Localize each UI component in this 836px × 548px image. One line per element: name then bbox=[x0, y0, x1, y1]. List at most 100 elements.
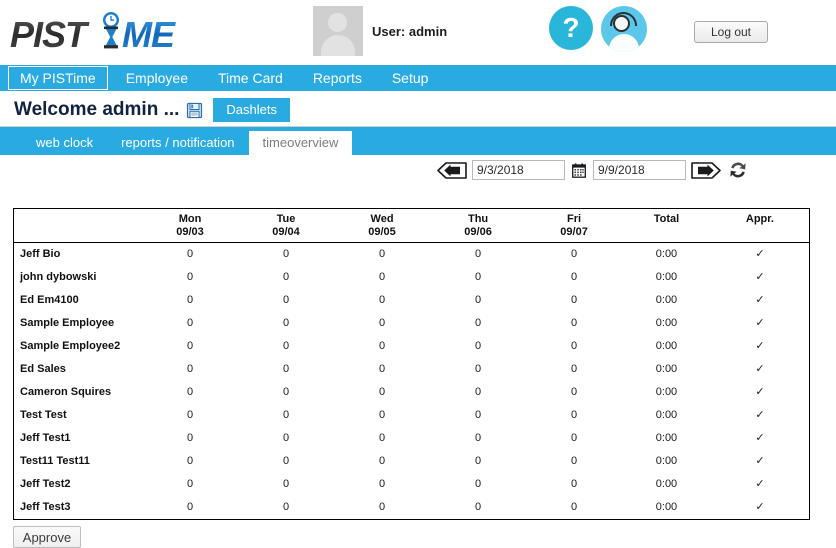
tab-reports-notification[interactable]: reports / notification bbox=[107, 131, 248, 155]
table-row[interactable]: Test11 Test11 0 0 0 0 0 0:00 ✓ bbox=[14, 450, 809, 473]
hours-cell-wed: 0 bbox=[378, 271, 386, 283]
approval-checkmark-icon[interactable]: ✓ bbox=[711, 427, 809, 450]
total-hours-cell: 0:00 bbox=[655, 340, 678, 352]
hours-cell-mon: 0 bbox=[186, 386, 194, 398]
hours-cell-wed: 0 bbox=[378, 455, 386, 467]
hours-cell-fri: 0 bbox=[571, 271, 578, 283]
hours-cell-thu: 0 bbox=[474, 294, 482, 306]
approval-checkmark-icon[interactable]: ✓ bbox=[711, 381, 809, 404]
approval-checkmark-icon[interactable]: ✓ bbox=[711, 358, 809, 381]
approval-checkmark-icon[interactable]: ✓ bbox=[711, 496, 809, 519]
nav-item-employee[interactable]: Employee bbox=[114, 66, 200, 90]
total-hours-cell: 0:00 bbox=[655, 455, 678, 467]
nav-item-time-card[interactable]: Time Card bbox=[206, 66, 295, 90]
column-dow-thu: Thu bbox=[467, 213, 489, 225]
dashlets-button[interactable]: Dashlets bbox=[213, 98, 290, 122]
main-navigation: My PISTime Employee Time Card Reports Se… bbox=[0, 65, 836, 91]
table-row[interactable]: Cameron Squires 0 0 0 0 0 0:00 ✓ bbox=[14, 381, 809, 404]
table-header: Mon 09/03 Tue 09/04 Wed 09/05 Thu 09/06 … bbox=[14, 209, 809, 243]
column-dow-tue: Tue bbox=[276, 213, 296, 225]
sub-tab-bar: web clock reports / notification timeove… bbox=[0, 127, 836, 155]
hours-cell-thu: 0 bbox=[474, 455, 482, 467]
total-hours-cell: 0:00 bbox=[655, 294, 678, 306]
table-row[interactable]: Jeff Test2 0 0 0 0 0 0:00 ✓ bbox=[14, 473, 809, 496]
hours-cell-mon: 0 bbox=[186, 340, 194, 352]
table-row[interactable]: john dybowski 0 0 0 0 0 0:00 ✓ bbox=[14, 266, 809, 289]
approval-checkmark-icon[interactable]: ✓ bbox=[711, 243, 809, 267]
hours-cell-tue: 0 bbox=[282, 340, 290, 352]
hours-cell-fri: 0 bbox=[571, 455, 578, 467]
table-row[interactable]: Sample Employee 0 0 0 0 0 0:00 ✓ bbox=[14, 312, 809, 335]
nav-item-setup[interactable]: Setup bbox=[380, 66, 441, 90]
table-row[interactable]: Ed Em4100 0 0 0 0 0 0:00 ✓ bbox=[14, 289, 809, 312]
welcome-bar: Welcome admin ... Dashlets bbox=[0, 94, 836, 127]
table-row[interactable]: Sample Employee2 0 0 0 0 0 0:00 ✓ bbox=[14, 335, 809, 358]
approval-checkmark-icon[interactable]: ✓ bbox=[711, 335, 809, 358]
date-range-toolbar bbox=[0, 155, 836, 188]
approval-checkmark-icon[interactable]: ✓ bbox=[711, 266, 809, 289]
hours-cell-tue: 0 bbox=[282, 478, 290, 490]
approval-checkmark-icon[interactable]: ✓ bbox=[711, 312, 809, 335]
column-dow-wed: Wed bbox=[370, 213, 394, 225]
hours-cell-mon: 0 bbox=[186, 501, 194, 513]
refresh-icon[interactable] bbox=[728, 160, 748, 180]
hours-cell-tue: 0 bbox=[282, 386, 290, 398]
pistime-logo-icon: PIST ME bbox=[10, 12, 177, 54]
support-headset-icon[interactable] bbox=[601, 6, 647, 52]
start-date-input[interactable] bbox=[472, 160, 565, 180]
hours-cell-wed: 0 bbox=[378, 478, 386, 490]
calendar-icon[interactable] bbox=[572, 162, 586, 178]
table-row[interactable]: Jeff Test3 0 0 0 0 0 0:00 ✓ bbox=[14, 496, 809, 519]
hours-cell-tue: 0 bbox=[282, 455, 290, 467]
table-row[interactable]: Jeff Bio 0 0 0 0 0 0:00 ✓ bbox=[14, 243, 809, 267]
help-icon[interactable]: ? bbox=[549, 6, 593, 50]
hours-cell-mon: 0 bbox=[186, 363, 194, 375]
hours-cell-tue: 0 bbox=[282, 501, 290, 513]
total-hours-cell: 0:00 bbox=[655, 248, 678, 260]
hours-cell-mon: 0 bbox=[186, 248, 194, 260]
end-date-input[interactable] bbox=[593, 160, 686, 180]
hours-cell-tue: 0 bbox=[282, 432, 290, 444]
hours-cell-wed: 0 bbox=[378, 317, 386, 329]
column-date-thu: 09/06 bbox=[464, 226, 492, 238]
employee-name-cell: Jeff Test2 bbox=[20, 478, 71, 490]
table-body: Jeff Bio 0 0 0 0 0 0:00 ✓ john dybowski 0 0 0 0 0 0:00… bbox=[14, 243, 809, 520]
hours-cell-wed: 0 bbox=[378, 501, 386, 513]
next-period-icon[interactable] bbox=[691, 161, 721, 179]
timeoverview-table: Mon 09/03 Tue 09/04 Wed 09/05 Thu 09/06 … bbox=[14, 209, 809, 519]
approval-checkmark-icon[interactable]: ✓ bbox=[711, 289, 809, 312]
approval-checkmark-icon[interactable]: ✓ bbox=[711, 473, 809, 496]
tab-timeoverview[interactable]: timeoverview bbox=[248, 131, 353, 155]
hours-cell-thu: 0 bbox=[474, 386, 482, 398]
hours-cell-fri: 0 bbox=[571, 501, 578, 513]
employee-name-cell: Cameron Squires bbox=[20, 386, 112, 398]
column-header-tue: Tue 09/04 bbox=[238, 209, 335, 243]
column-date-fri: 09/07 bbox=[560, 226, 588, 238]
column-label-total: Total bbox=[653, 213, 680, 225]
app-logo: PIST ME bbox=[10, 10, 200, 54]
hours-cell-thu: 0 bbox=[474, 363, 482, 375]
approval-checkmark-icon[interactable]: ✓ bbox=[711, 404, 809, 427]
approval-checkmark-icon[interactable]: ✓ bbox=[711, 450, 809, 473]
previous-period-icon[interactable] bbox=[437, 161, 467, 179]
hours-cell-fri: 0 bbox=[571, 340, 578, 352]
employee-name-cell: Sample Employee2 bbox=[20, 340, 121, 352]
hours-cell-thu: 0 bbox=[474, 340, 482, 352]
table-row[interactable]: Test Test 0 0 0 0 0 0:00 ✓ bbox=[14, 404, 809, 427]
headset-body-shape bbox=[609, 34, 639, 52]
save-icon[interactable] bbox=[185, 101, 204, 120]
current-user-block: User: admin bbox=[313, 6, 447, 56]
employee-name-cell: Ed Em4100 bbox=[20, 294, 79, 306]
hours-cell-mon: 0 bbox=[186, 317, 194, 329]
approve-button[interactable]: Approve bbox=[13, 526, 81, 548]
hours-cell-wed: 0 bbox=[378, 363, 386, 375]
svg-text:ME: ME bbox=[122, 14, 176, 54]
logout-button[interactable]: Log out bbox=[694, 21, 768, 43]
table-row[interactable]: Jeff Test1 0 0 0 0 0 0:00 ✓ bbox=[14, 427, 809, 450]
hours-cell-fri: 0 bbox=[571, 409, 578, 421]
table-row[interactable]: Ed Sales 0 0 0 0 0 0:00 ✓ bbox=[14, 358, 809, 381]
tab-web-clock[interactable]: web clock bbox=[22, 131, 107, 155]
nav-item-reports[interactable]: Reports bbox=[301, 66, 374, 90]
table-header-row: Mon 09/03 Tue 09/04 Wed 09/05 Thu 09/06 … bbox=[14, 209, 809, 243]
nav-item-my-pistime[interactable]: My PISTime bbox=[8, 66, 108, 90]
